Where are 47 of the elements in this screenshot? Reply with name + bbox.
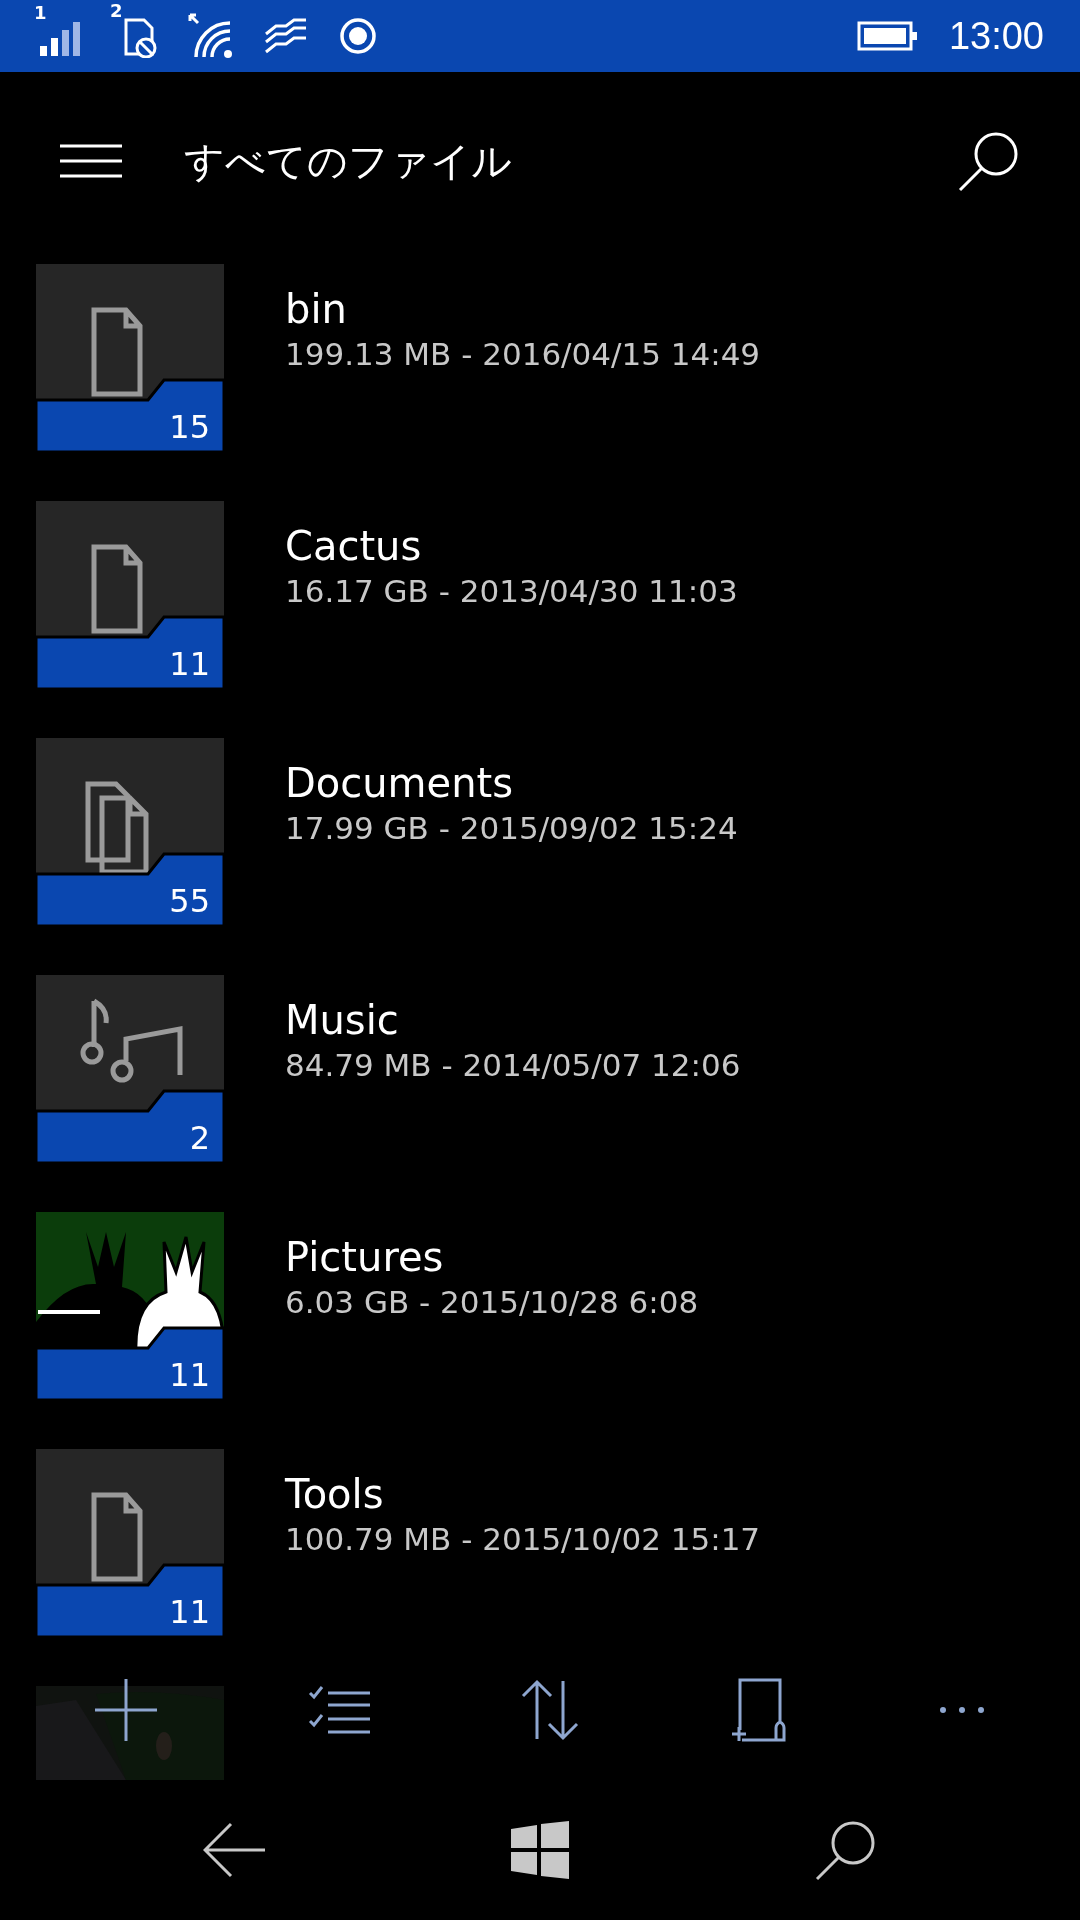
file-folder-icon [36, 264, 224, 452]
folder-details: 199.13 MB - 2016/04/15 14:49 [285, 336, 761, 372]
sim-number: 2 [110, 0, 123, 21]
windows-logo-icon[interactable] [511, 1821, 569, 1879]
file-row[interactable]: 2 Music 84.79 MB - 2014/05/07 12:06 [0, 975, 1080, 1163]
sim-number: 1 [34, 2, 47, 23]
item-count: 2 [189, 1119, 210, 1157]
search-icon[interactable] [815, 1819, 877, 1881]
music-folder-icon [36, 975, 224, 1163]
documents-folder-icon [36, 738, 224, 926]
folder-details: 17.99 GB - 2015/09/02 15:24 [285, 810, 738, 846]
file-row[interactable]: 15 bin 199.13 MB - 2016/04/15 14:49 [0, 264, 1080, 452]
wifi-icon [188, 13, 234, 59]
file-folder-icon [36, 1449, 224, 1637]
search-icon[interactable] [958, 130, 1020, 192]
item-count: 55 [169, 882, 210, 920]
folder-details: 84.79 MB - 2014/05/07 12:06 [285, 1047, 741, 1083]
add-icon[interactable] [95, 1679, 158, 1741]
file-row[interactable]: 11 Tools 100.79 MB - 2015/10/02 15:17 [0, 1449, 1080, 1637]
folder-name: Documents [285, 760, 515, 806]
more-icon[interactable] [938, 1706, 985, 1714]
folder-name: bin [285, 286, 348, 332]
new-file-icon[interactable] [729, 1678, 788, 1742]
folder-details: 16.17 GB - 2013/04/30 11:03 [285, 573, 738, 609]
file-folder-icon [36, 501, 224, 689]
folder-name: Pictures [285, 1234, 445, 1280]
folder-name: Tools [285, 1471, 385, 1517]
battery-icon [856, 21, 919, 51]
file-row[interactable]: 55 Documents 17.99 GB - 2015/09/02 15:24 [0, 738, 1080, 926]
file-row[interactable]: 11 Cactus 16.17 GB - 2013/04/30 11:03 [0, 501, 1080, 689]
folder-name: Music [285, 997, 400, 1043]
folder-details: 6.03 GB - 2015/10/28 6:08 [285, 1284, 699, 1320]
back-icon[interactable] [203, 1822, 265, 1878]
folder-name: Cactus [285, 523, 423, 569]
vibrate-icon [264, 18, 308, 54]
item-count: 15 [169, 408, 210, 446]
location-icon [338, 16, 378, 56]
clock-time: 13:00 [948, 14, 1044, 58]
folder-details: 100.79 MB - 2015/10/02 15:17 [285, 1521, 761, 1557]
page-title: すべてのファイル [184, 136, 512, 186]
sort-icon[interactable] [521, 1679, 579, 1741]
item-count: 11 [169, 1356, 210, 1394]
item-count: 11 [169, 645, 210, 683]
file-row[interactable]: 11 Pictures 6.03 GB - 2015/10/28 6:08 [0, 1212, 1080, 1400]
item-count: 11 [169, 1593, 210, 1631]
select-list-icon[interactable] [308, 1685, 371, 1735]
menu-icon[interactable] [60, 144, 122, 178]
